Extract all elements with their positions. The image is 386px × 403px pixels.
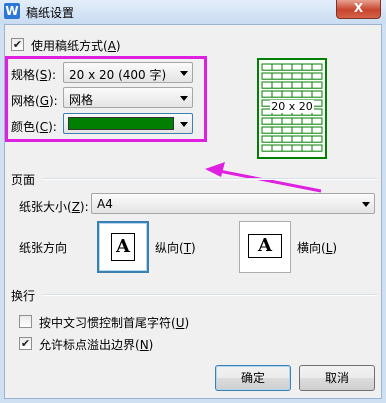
use-manuscript-checkbox[interactable]: ✔ xyxy=(11,38,24,51)
chinese-habit-label: 按中文习惯控制首尾字符(U) xyxy=(39,316,190,330)
landscape-page-icon: A xyxy=(248,234,282,258)
annotation-arrow-line xyxy=(218,169,322,193)
portrait-button[interactable]: A xyxy=(97,221,149,273)
title-bar: W 稿纸设置 X xyxy=(0,0,386,24)
dialog-body: ✔ 使用稿纸方式(A) 规格(S): 20 x 20 (400 字) 网格(G)… xyxy=(4,24,382,399)
divider xyxy=(43,294,377,296)
paper-size-value: A4 xyxy=(97,197,113,211)
cancel-button[interactable]: 取消 xyxy=(299,365,375,391)
preview-label: 20 x 20 xyxy=(270,100,314,113)
paper-size-label: 纸张大小(Z): xyxy=(19,200,89,214)
manuscript-preview: 20 x 20 xyxy=(257,58,327,159)
landscape-label: 横向(L) xyxy=(297,241,338,255)
punctuation-overflow-label: 允许标点溢出边界(N) xyxy=(39,338,154,352)
annotation-highlight-box xyxy=(5,56,207,142)
orientation-label: 纸张方向 xyxy=(19,241,68,255)
line-break-group-title: 换行 xyxy=(11,289,36,303)
chinese-habit-checkbox[interactable] xyxy=(19,315,32,328)
paper-size-select[interactable]: A4 xyxy=(91,193,375,214)
chevron-down-icon xyxy=(362,202,370,207)
wps-writer-icon: W xyxy=(4,3,20,19)
annotation-arrow-head xyxy=(205,162,225,177)
divider xyxy=(43,178,377,180)
window-title: 稿纸设置 xyxy=(26,6,75,20)
landscape-button[interactable]: A xyxy=(239,221,291,273)
portrait-label: 纵向(T) xyxy=(155,241,196,255)
page-group-title: 页面 xyxy=(11,173,36,187)
close-button[interactable]: X xyxy=(336,0,381,19)
punctuation-overflow-checkbox[interactable]: ✔ xyxy=(19,337,32,350)
ok-button[interactable]: 确定 xyxy=(215,365,291,391)
use-manuscript-label: 使用稿纸方式(A) xyxy=(31,39,121,53)
portrait-page-icon: A xyxy=(111,233,135,261)
